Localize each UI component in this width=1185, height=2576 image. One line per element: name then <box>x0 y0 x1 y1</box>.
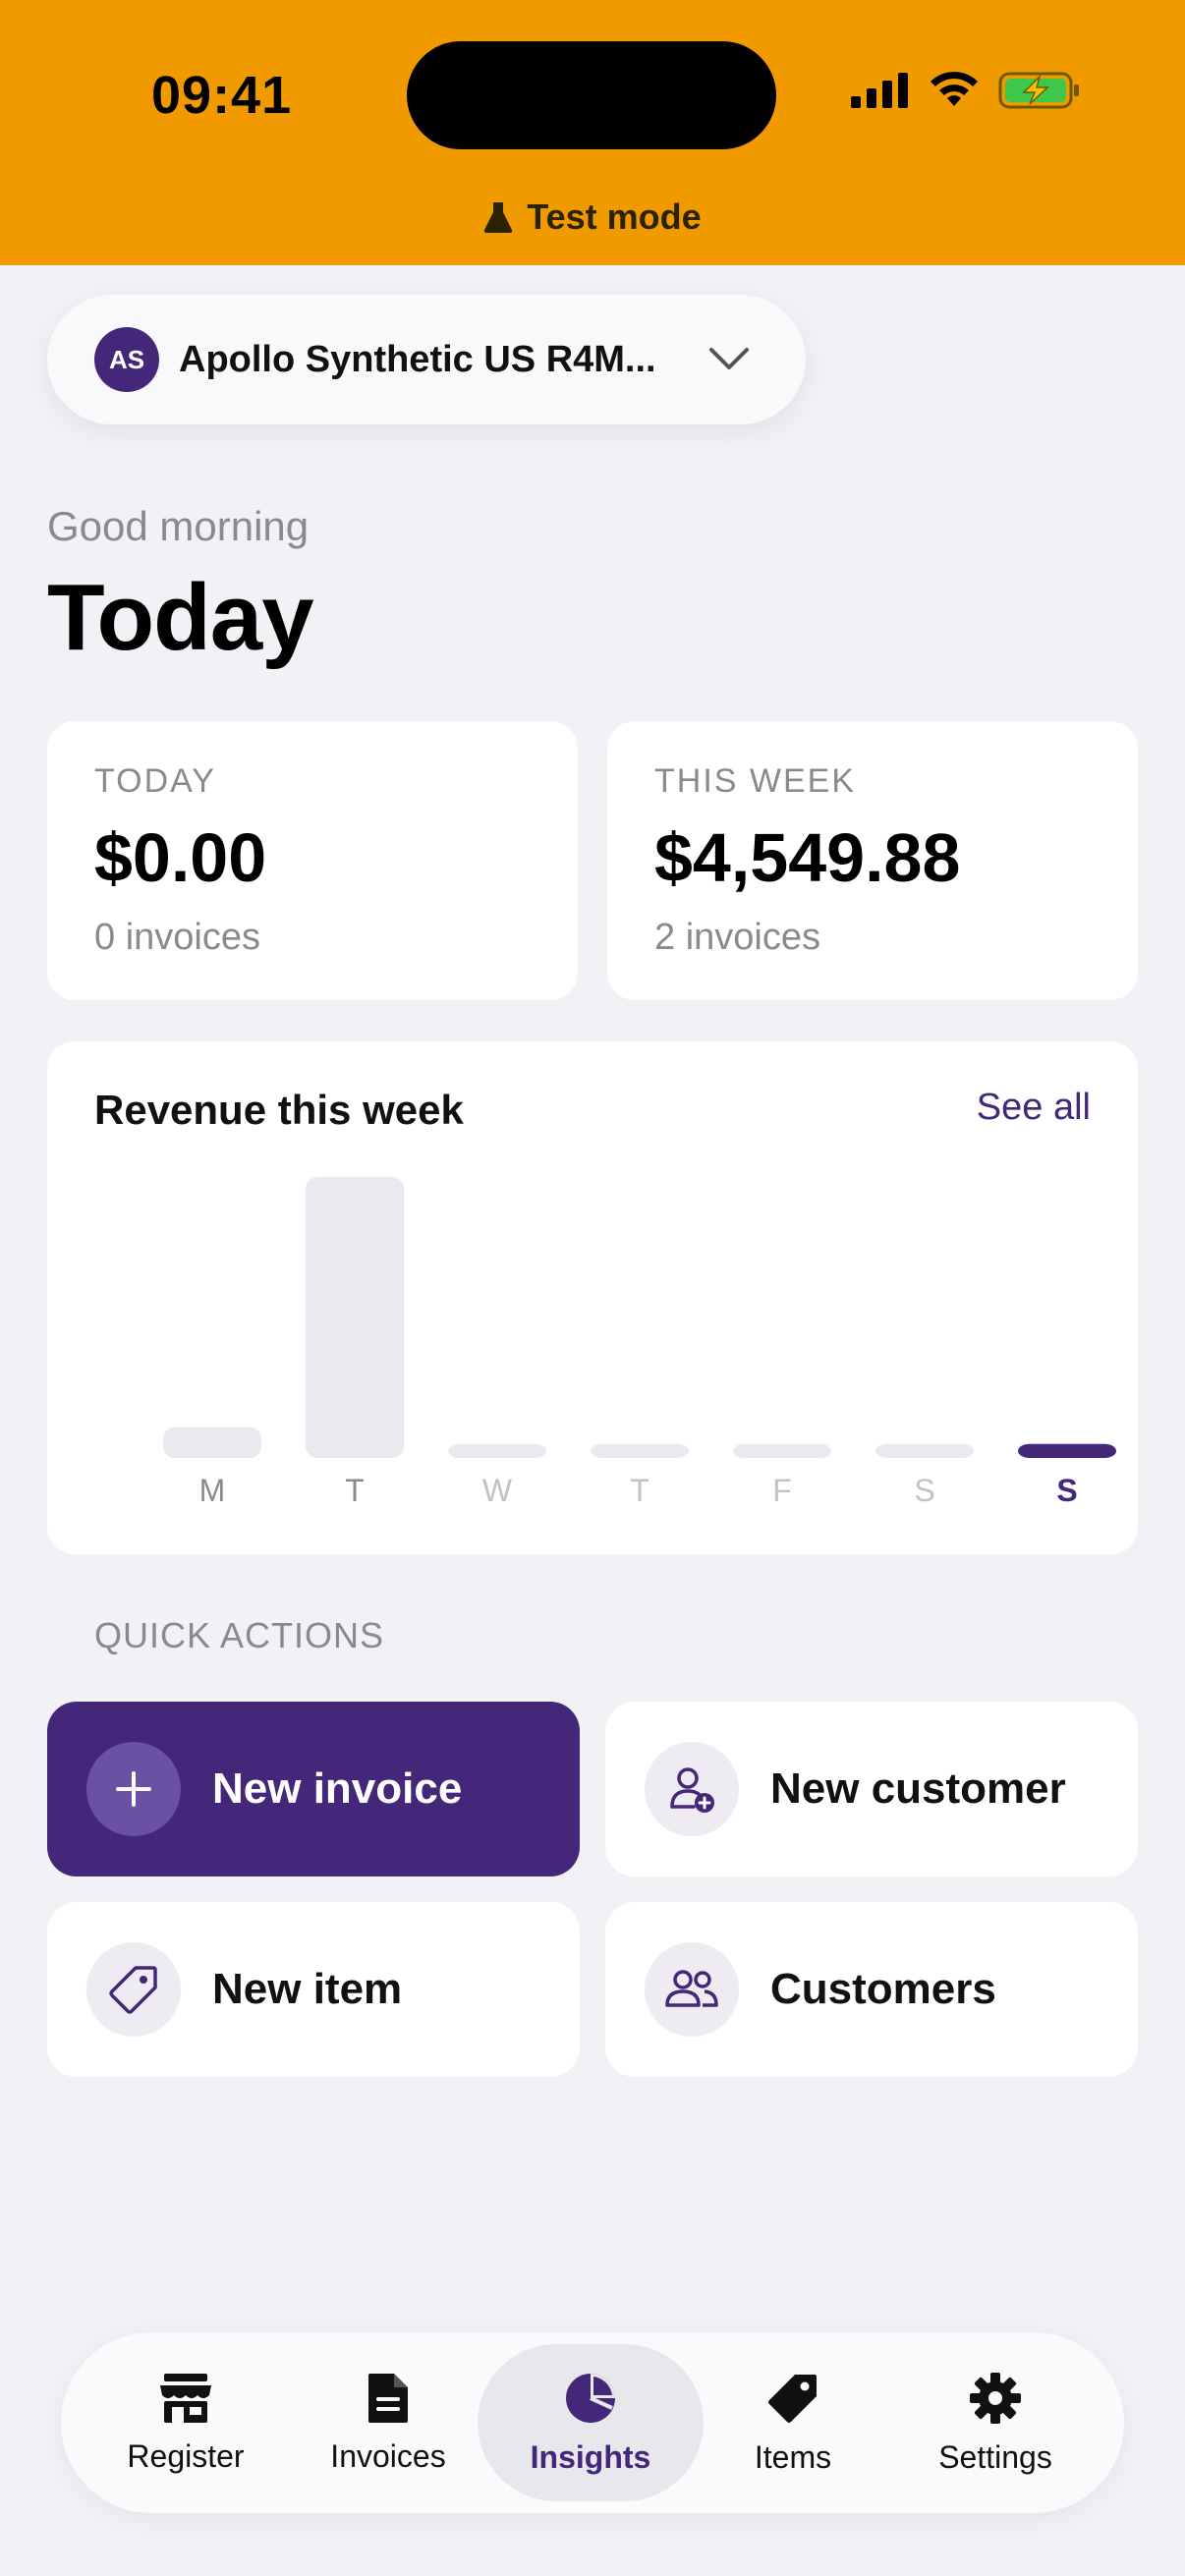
battery-charging-icon <box>998 72 1079 109</box>
bar-5 <box>875 1443 974 1458</box>
test-mode-banner: 09:41 Test mode <box>0 0 1185 265</box>
tick-label-5: S <box>914 1473 934 1508</box>
document-icon <box>368 2373 408 2423</box>
app-screen: 09:41 Test mode AS Apollo Synthetic US R… <box>0 0 1185 2576</box>
tab-label: Settings <box>938 2438 1052 2475</box>
stat-value: $4,549.88 <box>654 819 961 896</box>
tick-label-4: F <box>772 1473 792 1508</box>
stat-card-today: TODAY $0.00 0 invoices <box>47 721 578 1000</box>
tab-label: Insights <box>530 2438 651 2475</box>
action-label: New customer <box>770 1764 1066 1813</box>
new-item-button[interactable]: New item <box>47 1902 580 2077</box>
dynamic-island <box>407 41 776 149</box>
test-mode-text: Test mode <box>527 196 702 237</box>
stat-invoice-count: 0 invoices <box>94 917 260 958</box>
account-name: Apollo Synthetic US R4M... <box>179 338 656 380</box>
stat-invoice-count: 2 invoices <box>654 917 820 958</box>
new-customer-button[interactable]: New customer <box>605 1702 1138 1876</box>
action-label: Customers <box>770 1965 996 2013</box>
gear-icon <box>970 2372 1021 2424</box>
account-switcher[interactable]: AS Apollo Synthetic US R4M... <box>47 295 806 424</box>
tick-label-6: S <box>1056 1473 1077 1508</box>
tab-label: Invoices <box>330 2437 446 2474</box>
tab-items[interactable]: Items <box>692 2332 894 2513</box>
quick-actions-label: QUICK ACTIONS <box>94 1615 385 1655</box>
account-avatar: AS <box>94 327 159 392</box>
tab-register[interactable]: Register <box>85 2332 287 2513</box>
bar-3 <box>591 1443 689 1458</box>
tick-label-3: T <box>630 1473 649 1508</box>
chevron-down-icon <box>709 348 749 369</box>
bar-0 <box>163 1427 261 1458</box>
page-title: Today <box>47 565 314 670</box>
test-mode-label: Test mode <box>0 196 1185 238</box>
stat-label: THIS WEEK <box>654 762 857 800</box>
bar-6 <box>1018 1443 1116 1458</box>
tab-insights[interactable]: Insights <box>478 2332 704 2513</box>
flask-icon <box>484 202 513 233</box>
wifi-icon <box>931 72 978 106</box>
plus-icon <box>86 1742 181 1836</box>
tab-invoices[interactable]: Invoices <box>287 2332 489 2513</box>
store-icon <box>160 2373 211 2423</box>
stat-value: $0.00 <box>94 819 267 896</box>
pie-chart-icon <box>566 2373 615 2423</box>
tick-label-0: M <box>199 1473 226 1508</box>
customers-button[interactable]: Customers <box>605 1902 1138 2077</box>
greeting: Good morning <box>47 503 310 549</box>
bar-1 <box>306 1177 404 1458</box>
stat-card-week: THIS WEEK $4,549.88 2 invoices <box>607 721 1138 1000</box>
tab-label: Items <box>754 2438 832 2475</box>
action-label: New item <box>212 1965 403 2013</box>
tick-label-2: W <box>482 1473 513 1508</box>
tab-bar: Register Invoices Insights Items Setting… <box>61 2332 1124 2513</box>
tab-label: Register <box>127 2437 245 2474</box>
people-icon <box>645 1942 739 2037</box>
signal-icon <box>851 73 908 108</box>
tick-label-1: T <box>345 1473 365 1508</box>
status-icons <box>851 71 1081 110</box>
tab-settings[interactable]: Settings <box>894 2332 1097 2513</box>
bar-4 <box>733 1443 831 1458</box>
action-label: New invoice <box>212 1764 463 1813</box>
new-invoice-button[interactable]: New invoice <box>47 1702 580 1876</box>
add-person-icon <box>645 1742 739 1836</box>
bar-2 <box>448 1443 546 1458</box>
tag-icon <box>768 2374 817 2423</box>
stat-label: TODAY <box>94 762 216 800</box>
status-time: 09:41 <box>151 66 293 125</box>
tag-icon <box>86 1942 181 2037</box>
revenue-bar-chart: MTWTFSS <box>163 1177 1116 1508</box>
revenue-chart-card: Revenue this week See all MTWTFSS <box>47 1041 1138 1554</box>
